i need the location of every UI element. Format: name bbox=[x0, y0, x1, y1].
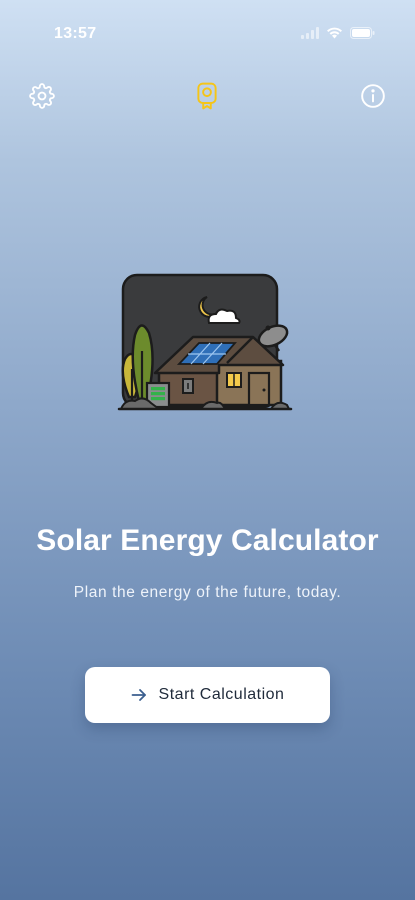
top-toolbar bbox=[0, 82, 415, 114]
info-button[interactable] bbox=[357, 82, 389, 114]
premium-button[interactable] bbox=[191, 82, 223, 114]
signal-icon bbox=[301, 26, 319, 44]
info-icon bbox=[360, 83, 386, 114]
solar-house-night-illustration bbox=[117, 273, 293, 411]
battery-icon bbox=[350, 26, 375, 44]
status-icons bbox=[301, 26, 375, 44]
page-subtitle: Plan the energy of the future, today. bbox=[73, 584, 342, 601]
start-calculation-button[interactable]: Start Calculation bbox=[85, 667, 330, 723]
start-calculation-label: Start Calculation bbox=[158, 686, 285, 703]
award-badge-icon bbox=[194, 82, 220, 115]
status-bar: 13:57 bbox=[0, 0, 415, 64]
gear-icon bbox=[29, 82, 55, 114]
hero-illustration bbox=[111, 273, 295, 417]
wifi-icon bbox=[326, 26, 343, 44]
settings-button[interactable] bbox=[26, 82, 58, 114]
status-time: 13:57 bbox=[54, 25, 97, 42]
page-title: Solar Energy Calculator bbox=[36, 524, 379, 557]
arrow-right-icon bbox=[131, 688, 147, 702]
